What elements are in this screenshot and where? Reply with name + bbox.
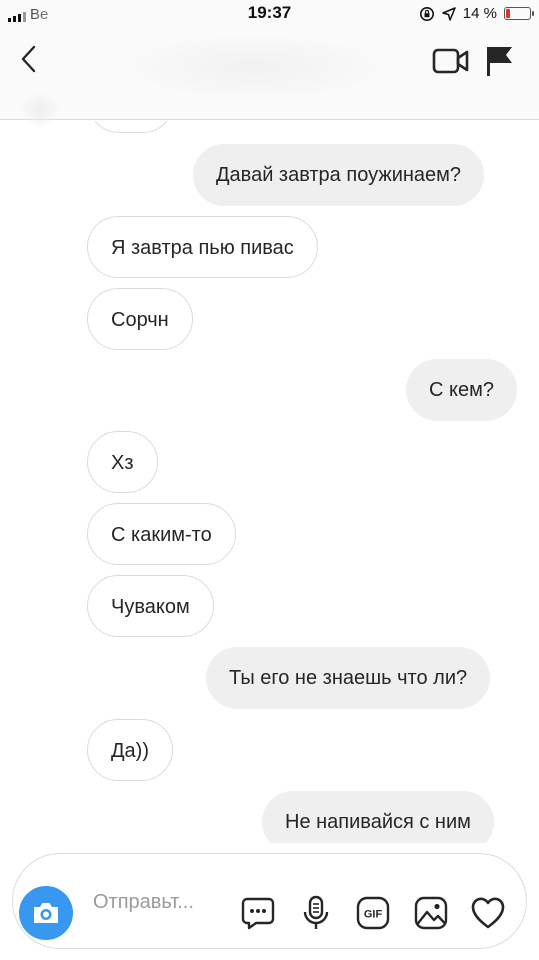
report-flag-button[interactable] bbox=[484, 44, 516, 78]
message-text: Чуваком bbox=[111, 596, 190, 618]
svg-text:GIF: GIF bbox=[364, 909, 383, 921]
message-bubble-incoming[interactable]: Сорчн bbox=[87, 288, 193, 350]
back-icon bbox=[21, 45, 36, 73]
message-text: Давай завтра поужинаем? bbox=[216, 164, 462, 186]
chat-bubble-icon bbox=[241, 897, 275, 930]
message-thread: Давай завтра поужинаем? Я завтра пью пив… bbox=[0, 121, 539, 843]
message-text: Сорчн bbox=[111, 309, 169, 331]
microphone-icon bbox=[303, 895, 329, 929]
gif-icon: GIF bbox=[356, 896, 390, 930]
message-bubble-partial bbox=[88, 121, 174, 133]
heart-icon bbox=[471, 897, 505, 929]
message-text: С каким-то bbox=[111, 524, 212, 546]
screen-lock-icon bbox=[419, 6, 434, 21]
chat-options-button[interactable] bbox=[239, 894, 277, 932]
back-button[interactable] bbox=[12, 42, 46, 76]
like-button[interactable] bbox=[469, 894, 507, 932]
camera-button[interactable] bbox=[19, 886, 73, 940]
message-bubble-outgoing[interactable]: С кем? bbox=[406, 359, 517, 421]
message-bubble-incoming[interactable]: С каким-то bbox=[87, 503, 236, 565]
flag-icon bbox=[487, 47, 512, 76]
image-icon bbox=[414, 896, 448, 930]
message-composer: GIF bbox=[12, 853, 527, 949]
message-bubble-outgoing[interactable]: Ты его не знаешь что ли? bbox=[206, 647, 491, 709]
battery-level bbox=[506, 9, 510, 18]
message-text: Да)) bbox=[111, 740, 149, 762]
contact-name-redaction bbox=[130, 36, 380, 98]
message-bubble-incoming[interactable]: Чуваком bbox=[87, 575, 214, 637]
message-text: С кем? bbox=[429, 379, 494, 401]
battery-percent: 14 % bbox=[462, 5, 497, 22]
video-call-button[interactable] bbox=[432, 44, 470, 78]
message-bubble-incoming[interactable]: Хз bbox=[87, 431, 158, 493]
message-input[interactable] bbox=[93, 884, 233, 920]
message-bubble-outgoing[interactable]: Не напивайся с ним bbox=[262, 791, 494, 843]
message-bubble-incoming[interactable]: Я завтра пью пивас bbox=[87, 216, 318, 278]
message-text: Ты его не знаешь что ли? bbox=[229, 667, 468, 689]
message-bubble-outgoing[interactable]: Давай завтра поужинаем? bbox=[193, 144, 485, 206]
battery-icon bbox=[504, 7, 534, 20]
status-bar: Be 19:37 14 % bbox=[0, 0, 539, 30]
gif-button[interactable]: GIF bbox=[354, 894, 392, 932]
camera-icon bbox=[34, 903, 58, 923]
voice-message-button[interactable] bbox=[297, 894, 335, 932]
message-text: Не напивайся с ним bbox=[285, 811, 471, 833]
status-indicators: 14 % bbox=[419, 5, 534, 22]
chat-header bbox=[0, 30, 539, 128]
message-text: Я завтра пью пивас bbox=[111, 237, 294, 259]
video-call-icon bbox=[432, 48, 469, 74]
gallery-button[interactable] bbox=[412, 894, 450, 932]
location-arrow-icon bbox=[442, 6, 456, 21]
message-text: Хз bbox=[111, 452, 134, 474]
message-bubble-incoming[interactable]: Да)) bbox=[87, 719, 173, 781]
